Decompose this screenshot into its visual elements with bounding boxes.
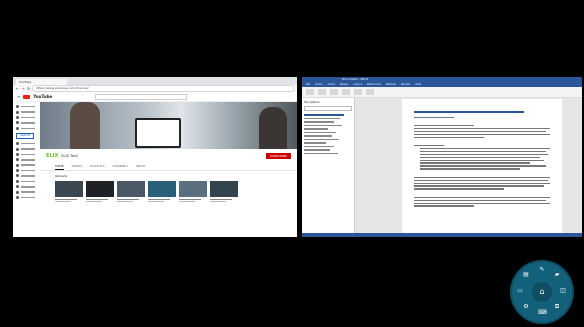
pen-icon[interactable]: ✎ xyxy=(538,266,546,274)
word-status-bar xyxy=(302,233,582,237)
reload-icon[interactable]: ⟳ xyxy=(27,85,30,92)
nav-heading-item[interactable] xyxy=(304,142,326,144)
help-icon xyxy=(16,196,19,200)
ribbon-tab-view[interactable]: View xyxy=(415,82,421,87)
sign-in-button[interactable]: SIGN IN xyxy=(16,132,34,139)
ribbon-tab-file[interactable]: File xyxy=(306,82,310,87)
sidebar-item[interactable] xyxy=(13,195,40,200)
document-title xyxy=(414,110,524,113)
eraser-icon[interactable]: ◫ xyxy=(559,287,567,295)
channel-page: ELIX ELIX Tech SUBSCRIBE HOME VIDEOS PLA… xyxy=(40,102,297,237)
browser-toolbar: ← → ⟳ https://www.youtube.com/channel/ xyxy=(13,85,297,92)
ribbon-tab-mailings[interactable]: Mailings xyxy=(386,82,396,87)
live-icon xyxy=(16,169,19,173)
ribbon-tab-references[interactable]: References xyxy=(367,82,381,87)
library-icon xyxy=(16,121,19,125)
nav-heading-item[interactable] xyxy=(304,135,332,137)
nav-heading-item[interactable] xyxy=(304,121,334,123)
ribbon-button[interactable] xyxy=(366,89,374,95)
movies-icon xyxy=(16,158,19,162)
forward-icon[interactable]: → xyxy=(21,85,24,92)
ribbon-tab-home[interactable]: Home xyxy=(315,82,322,87)
keyboard-icon[interactable]: ⌨ xyxy=(538,309,547,317)
word-ribbon xyxy=(302,87,582,98)
nav-heading-item[interactable] xyxy=(304,114,344,116)
video-card[interactable] xyxy=(148,181,176,203)
channel-logo[interactable]: ELIX xyxy=(46,153,58,159)
home-icon xyxy=(16,105,19,109)
video-card[interactable] xyxy=(210,181,238,203)
browser-window: YouTube ← → ⟳ https://www.youtube.com/ch… xyxy=(13,77,297,237)
highlighter-icon[interactable]: ▰ xyxy=(553,271,561,279)
360-video-icon xyxy=(16,179,19,183)
channel-banner xyxy=(40,102,297,149)
browser-tab-strip: YouTube xyxy=(13,77,297,85)
navigation-search-input[interactable] xyxy=(304,106,352,111)
youtube-logo-icon[interactable] xyxy=(23,94,31,99)
gaming-icon xyxy=(16,152,19,156)
ribbon-tab-insert[interactable]: Insert xyxy=(328,82,335,87)
spotlight-icon xyxy=(16,174,19,178)
ribbon-tab-review[interactable]: Review xyxy=(401,82,410,87)
folder-icon[interactable]: ▤ xyxy=(522,271,530,279)
home-icon[interactable]: ⌂ xyxy=(532,282,552,302)
sports-icon xyxy=(16,147,19,151)
ribbon-button[interactable] xyxy=(354,89,362,95)
youtube-wordmark: YouTube xyxy=(33,94,53,99)
nav-heading-item[interactable] xyxy=(304,152,338,154)
ribbon-button[interactable] xyxy=(330,89,338,95)
video-card[interactable] xyxy=(179,181,207,203)
ribbon-button[interactable] xyxy=(306,89,314,95)
sidebar-item[interactable] xyxy=(13,126,40,131)
word-window: Document - Word File Home Insert Design … xyxy=(302,77,582,237)
nav-heading-item[interactable] xyxy=(304,138,339,140)
video-card[interactable] xyxy=(117,181,145,203)
back-icon[interactable]: ← xyxy=(16,85,19,92)
subscribe-button[interactable]: SUBSCRIBE xyxy=(265,153,291,159)
music-icon xyxy=(16,142,19,146)
screenshot-icon[interactable]: ⧉ xyxy=(553,303,561,311)
ribbon-button[interactable] xyxy=(342,89,350,95)
settings-icon[interactable]: ⚙ xyxy=(522,303,530,311)
nav-heading-item[interactable] xyxy=(304,124,342,126)
channel-tabs: HOME VIDEOS PLAYLISTS CHANNELS ABOUT xyxy=(40,163,297,171)
whiteboard-icon[interactable]: ▭ xyxy=(516,287,524,295)
channel-header: ELIX ELIX Tech SUBSCRIBE xyxy=(40,149,297,163)
document-page[interactable] xyxy=(402,99,562,237)
tab-home[interactable]: HOME xyxy=(55,163,64,170)
ribbon-tab-layout[interactable]: Layout xyxy=(353,82,362,87)
tab-about[interactable]: ABOUT xyxy=(136,163,146,170)
settings-icon xyxy=(16,190,19,194)
trending-icon xyxy=(16,110,19,114)
menu-icon[interactable]: ≡ xyxy=(17,93,20,100)
video-card[interactable] xyxy=(86,181,114,203)
youtube-sidebar: SIGN IN xyxy=(13,102,40,237)
tab-videos[interactable]: VIDEOS xyxy=(72,163,83,170)
radial-tool-menu: ⌂ ✎ ▰ ◫ ⧉ ⌨ ⚙ ▭ ▤ xyxy=(512,262,572,322)
uploads-heading[interactable]: Uploads xyxy=(40,171,297,181)
navigation-pane: Navigation xyxy=(302,98,355,233)
browse-channels-icon xyxy=(16,185,19,189)
nav-heading-item[interactable] xyxy=(304,117,340,119)
ribbon-button[interactable] xyxy=(318,89,326,95)
address-bar[interactable]: https://www.youtube.com/channel/ xyxy=(32,85,294,92)
youtube-header: ≡ YouTube xyxy=(13,92,297,102)
nav-heading-item[interactable] xyxy=(304,145,334,147)
document-subtitle xyxy=(414,116,454,118)
nav-heading-item[interactable] xyxy=(304,128,328,130)
tab-playlists[interactable]: PLAYLISTS xyxy=(90,163,104,170)
video-card[interactable] xyxy=(55,181,83,203)
search-input[interactable] xyxy=(95,93,188,100)
history-icon xyxy=(16,126,19,130)
tab-channels[interactable]: CHANNELS xyxy=(113,163,128,170)
navigation-title: Navigation xyxy=(304,100,321,104)
channel-name: ELIX Tech xyxy=(61,154,78,158)
news-icon xyxy=(16,163,19,167)
nav-heading-item[interactable] xyxy=(304,131,336,133)
nav-heading-item[interactable] xyxy=(304,149,330,151)
video-list xyxy=(40,181,297,203)
ribbon-tab-design[interactable]: Design xyxy=(340,82,349,87)
subscriptions-icon xyxy=(16,115,19,119)
